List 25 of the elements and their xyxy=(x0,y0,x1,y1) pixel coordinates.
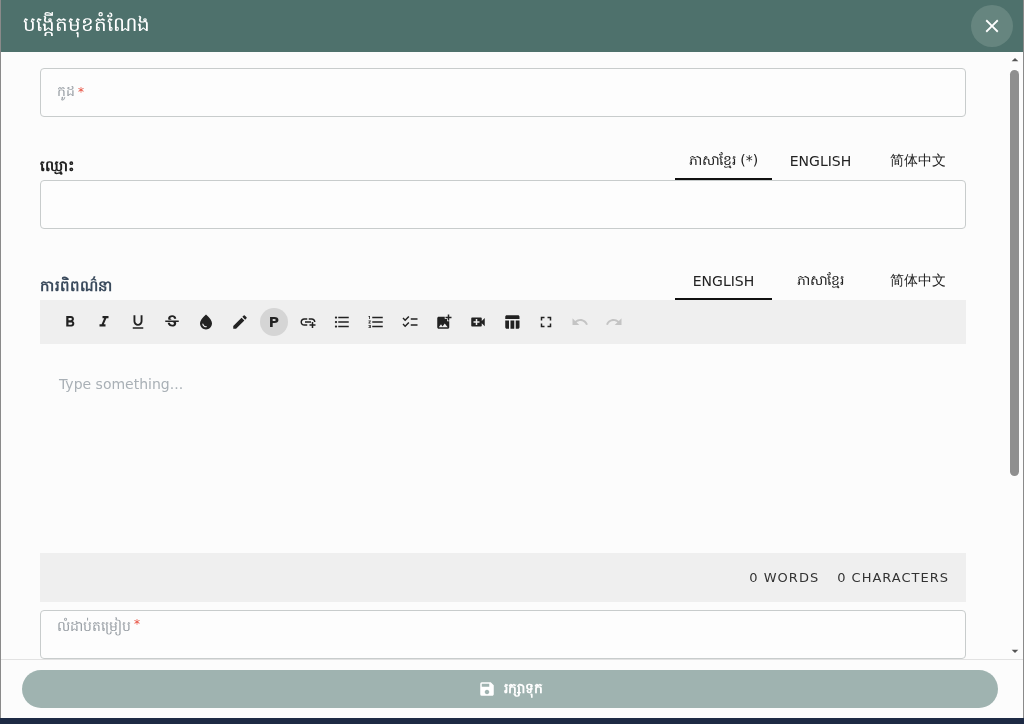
highlight-icon xyxy=(231,312,249,331)
name-field[interactable] xyxy=(40,179,966,229)
image-icon xyxy=(435,312,453,331)
order-placeholder: លំដាប់តម្រៀប xyxy=(57,616,131,638)
required-mark: * xyxy=(78,85,84,100)
language-tab[interactable]: ភាសាខ្មែរ xyxy=(772,264,869,300)
order-field[interactable]: លំដាប់តម្រៀប * xyxy=(40,609,966,659)
description-label: ការពិពណ៌នា xyxy=(40,275,113,297)
name-label: ឈ្មោះ xyxy=(40,155,75,177)
save-icon xyxy=(477,680,496,698)
language-tab[interactable]: 简体中文 xyxy=(869,144,966,180)
paragraph-button[interactable]: P xyxy=(260,307,288,336)
character-count: 0 CHARACTERS xyxy=(837,570,949,586)
code-field[interactable]: កូដ * xyxy=(40,68,966,117)
language-tab[interactable]: ENGLISH xyxy=(772,144,869,180)
editor-placeholder: Type something... xyxy=(59,375,184,392)
table-icon xyxy=(503,312,521,331)
scrollbar-thumb[interactable] xyxy=(1010,70,1019,476)
language-tab[interactable]: 简体中文 xyxy=(869,264,966,300)
code-placeholder: កូដ xyxy=(57,81,75,103)
dialog-title: បង្កើតមុខតំណែង xyxy=(23,11,150,40)
color-icon xyxy=(197,312,215,331)
close-button[interactable] xyxy=(971,5,1013,47)
required-mark: * xyxy=(134,616,140,631)
word-count: 0 WORDS xyxy=(749,570,820,586)
